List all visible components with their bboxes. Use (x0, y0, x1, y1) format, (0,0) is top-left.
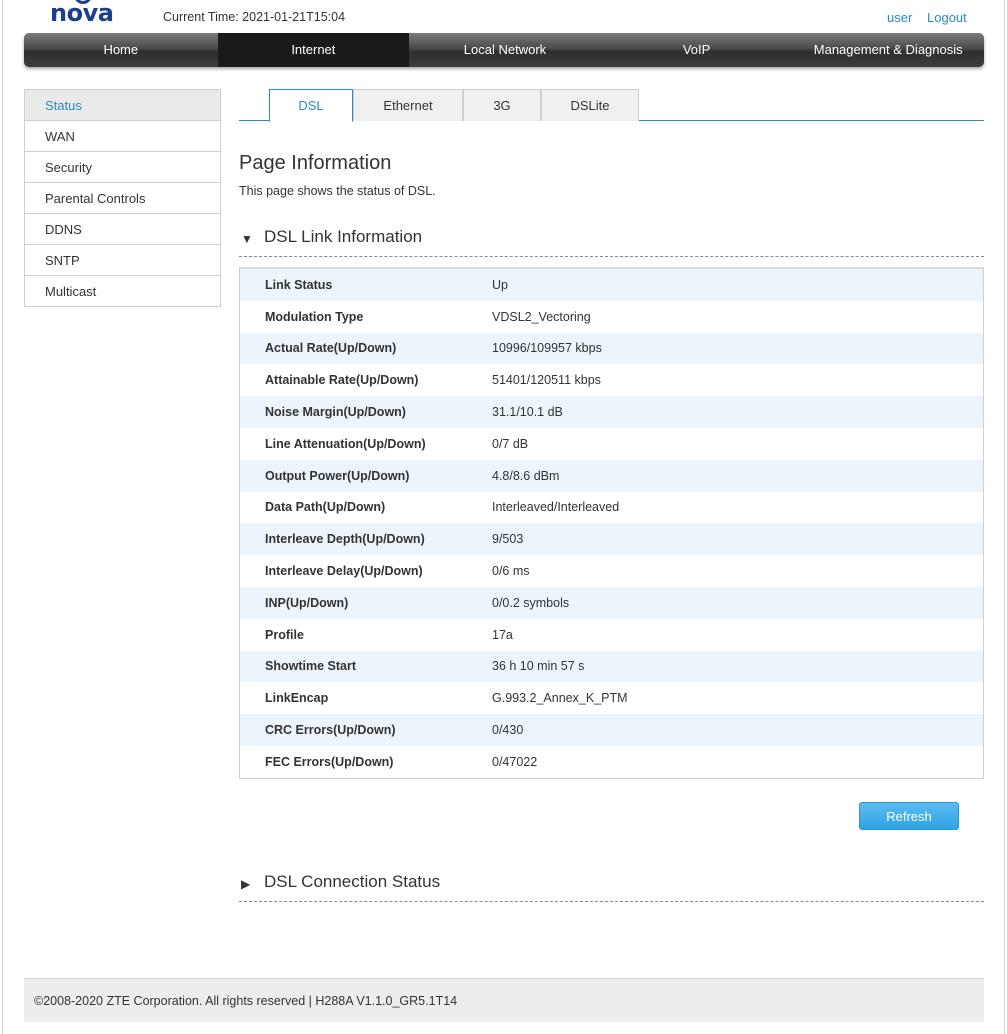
row-label: LinkEncap (265, 691, 329, 706)
row-label: Interleave Delay(Up/Down) (265, 564, 423, 579)
dsl-link-table: Link Status Up Modulation Type VDSL2_Vecto… (239, 267, 984, 779)
row-value: 17a (492, 627, 513, 642)
row-label: INP(Up/Down) (265, 595, 349, 610)
row-value: 0/47022 (492, 754, 538, 769)
sidebar: Status WAN Security Parental Controls DD… (24, 89, 221, 307)
table-row: LinkEncap G.993.2_Annex_K_PTM (240, 682, 983, 715)
sidebar-item-wan[interactable]: WAN (25, 121, 220, 152)
row-label: Noise Margin(Up/Down) (265, 405, 406, 420)
nav-management-diagnosis[interactable]: Management & Diagnosis (792, 33, 984, 67)
sidebar-item-ddns[interactable]: DDNS (25, 214, 220, 245)
table-row: Link Status Up (240, 269, 983, 301)
table-row: Interleave Depth(Up/Down) 9/503 (240, 523, 983, 556)
page-title: Page Information (239, 152, 392, 174)
row-label: Modulation Type (265, 309, 364, 324)
current-time: Current Time: 2021-01-21T15:04 (163, 10, 346, 24)
logout-link[interactable]: Logout (927, 10, 967, 25)
row-value: Up (492, 277, 508, 292)
row-label: Profile (265, 627, 304, 642)
table-row: Actual Rate(Up/Down) 10996/109957 kbps (240, 332, 983, 365)
row-value: 0/7 dB (492, 436, 529, 451)
row-value: 51401/120511 kbps (492, 373, 601, 388)
nav-home[interactable]: Home (24, 33, 218, 67)
user-link[interactable]: user (887, 10, 912, 25)
table-row: Attainable Rate(Up/Down) 51401/120511 kbp… (240, 364, 983, 397)
row-label: CRC Errors(Up/Down) (265, 723, 396, 738)
row-value: 0/0.2 symbols (492, 595, 570, 610)
tab-dsl[interactable]: DSL (269, 89, 353, 122)
row-label: Actual Rate(Up/Down) (265, 341, 397, 356)
row-value: 10996/109957 kbps (492, 341, 602, 356)
row-value: VDSL2_Vectoring (492, 309, 591, 324)
row-label: Interleave Depth(Up/Down) (265, 532, 425, 547)
table-row: FEC Errors(Up/Down) 0/47022 (240, 745, 983, 778)
row-label: FEC Errors(Up/Down) (265, 754, 394, 769)
row-label: Data Path(Up/Down) (265, 500, 386, 515)
dsl-link-heading: DSL Link Information (264, 227, 423, 246)
sidebar-item-multicast[interactable]: Multicast (25, 276, 220, 307)
table-row: Interleave Delay(Up/Down) 0/6 ms (240, 555, 983, 587)
dsl-link-section-header[interactable]: ▼ DSL Link Information (239, 227, 984, 257)
row-value: 31.1/10.1 dB (492, 405, 563, 420)
table-row: Showtime Start 36 h 10 min 57 s (240, 650, 983, 683)
footer-copyright: ©2008-2020 ZTE Corporation. All rights r… (34, 994, 458, 1008)
footer: ©2008-2020 ZTE Corporation. All rights r… (24, 978, 984, 1022)
tab-3g[interactable]: 3G (463, 89, 541, 121)
dsl-connection-section-header[interactable]: ▶ DSL Connection Status (239, 872, 984, 902)
tab-ethernet[interactable]: Ethernet (353, 89, 463, 121)
table-row: INP(Up/Down) 0/0.2 symbols (240, 586, 983, 619)
sidebar-item-parental-controls[interactable]: Parental Controls (25, 183, 220, 214)
row-label: Line Attenuation(Up/Down) (265, 436, 426, 451)
header: nova Current Time: 2021-01-21T15:04 user… (0, 0, 1007, 32)
table-row: Data Path(Up/Down) Interleaved/Interleave… (240, 491, 983, 524)
row-value: Interleaved/Interleaved (492, 500, 620, 515)
page-description: This page shows the status of DSL. (239, 184, 436, 198)
nav-voip[interactable]: VoIP (601, 33, 793, 67)
tab-dslite[interactable]: DSLite (541, 89, 639, 121)
table-row: Output Power(Up/Down) 4.8/8.6 dBm (240, 459, 983, 492)
table-row: Noise Margin(Up/Down) 31.1/10.1 dB (240, 396, 983, 428)
table-row: Line Attenuation(Up/Down) 0/7 dB (240, 427, 983, 460)
row-label: Link Status (265, 277, 333, 292)
row-value: 0/430 (492, 723, 524, 738)
row-value: 0/6 ms (492, 564, 530, 579)
table-row: Modulation Type VDSL2_Vectoring (240, 300, 983, 333)
sidebar-item-status[interactable]: Status (25, 90, 220, 121)
tab-bar: DSL Ethernet 3G DSLite (239, 89, 984, 122)
nav-internet[interactable]: Internet (217, 33, 410, 67)
row-value: G.993.2_Annex_K_PTM (492, 691, 628, 706)
row-value: 9/503 (492, 532, 524, 547)
top-navigation: Home Internet Local Network VoIP Managem… (24, 33, 984, 67)
row-value: 4.8/8.6 dBm (492, 468, 560, 483)
row-label: Showtime Start (265, 659, 356, 674)
triangle-down-icon: ▼ (241, 232, 253, 246)
row-value: 36 h 10 min 57 s (492, 659, 585, 674)
sidebar-item-sntp[interactable]: SNTP (25, 245, 220, 276)
table-row: CRC Errors(Up/Down) 0/430 (240, 714, 983, 746)
dsl-connection-heading: DSL Connection Status (264, 872, 441, 891)
table-row: Profile 17a (240, 618, 983, 651)
nova-logo[interactable]: nova (50, 0, 116, 28)
row-label: Output Power(Up/Down) (265, 468, 410, 483)
row-label: Attainable Rate(Up/Down) (265, 373, 419, 388)
nav-local-network[interactable]: Local Network (409, 33, 601, 67)
refresh-button[interactable]: Refresh (859, 802, 959, 830)
logo-text: nova (50, 0, 114, 27)
triangle-right-icon: ▶ (241, 877, 251, 891)
sidebar-item-security[interactable]: Security (25, 152, 220, 183)
